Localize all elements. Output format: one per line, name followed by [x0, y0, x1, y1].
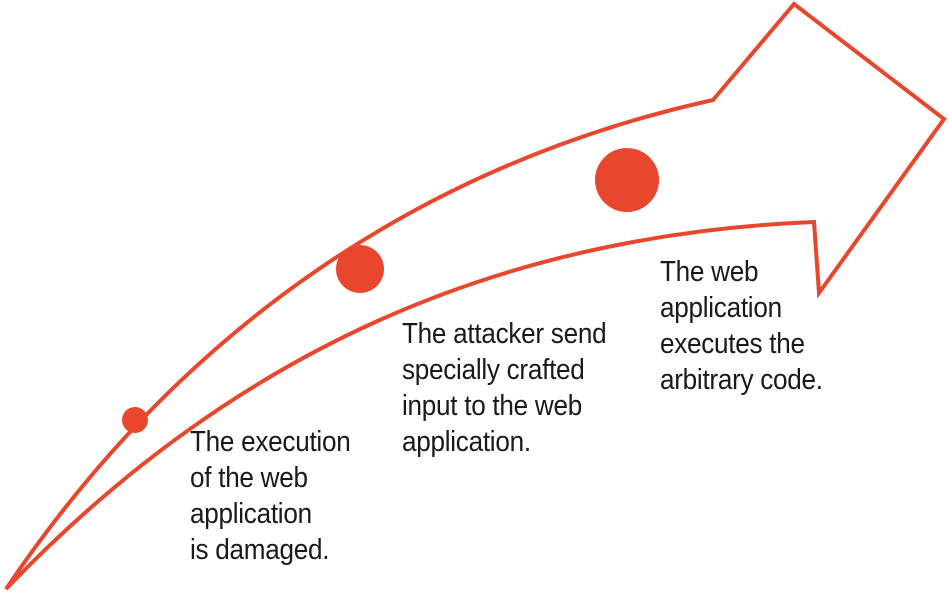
step-1-line-2: of the web: [190, 462, 308, 494]
step-dot-2: [336, 245, 384, 293]
step-1-line-4: is damaged.: [190, 534, 330, 566]
step-2-line-2: specially crafted: [402, 354, 585, 386]
step-3-line-4: arbitrary code.: [660, 364, 823, 396]
step-3-line-1: The web: [660, 256, 759, 288]
step-1-line-3: application: [190, 498, 312, 530]
step-3-line-3: executes the: [660, 328, 805, 360]
step-2-line-3: input to the web: [402, 390, 582, 422]
step-dot-3: [595, 148, 659, 212]
step-2-line-4: application.: [402, 426, 531, 458]
step-2-line-1: The attacker send: [402, 318, 607, 350]
step-label-3: The web application executes the arbitra…: [660, 254, 823, 398]
step-1-line-1: The execution: [190, 426, 351, 458]
step-label-1: The execution of the web application is …: [190, 424, 351, 568]
step-label-2: The attacker send specially crafted inpu…: [402, 316, 607, 460]
step-3-line-2: application: [660, 292, 782, 324]
step-dot-1: [122, 407, 148, 433]
